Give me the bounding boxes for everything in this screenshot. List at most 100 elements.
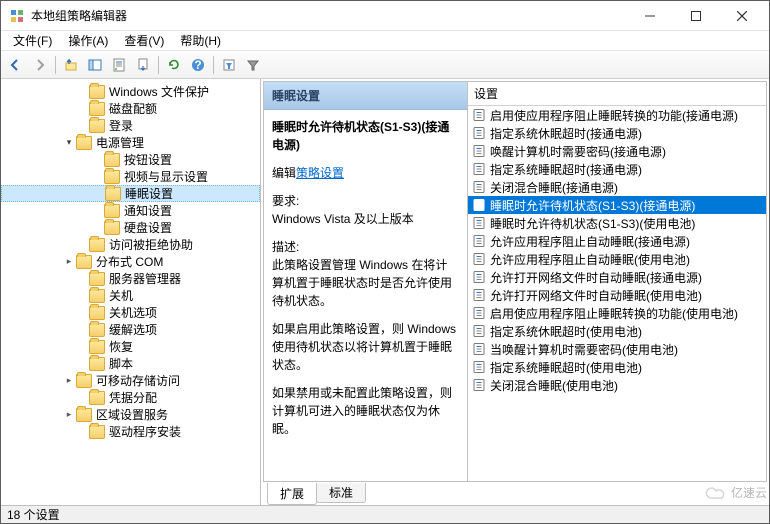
tree-node[interactable]: 驱动程序安装 — [1, 423, 260, 440]
folder-icon — [89, 391, 105, 405]
list-item[interactable]: 允许应用程序阻止自动睡眠(接通电源) — [468, 232, 766, 250]
list-item[interactable]: 指定系统睡眠超时(使用电池) — [468, 358, 766, 376]
list-item-label: 指定系统休眠超时(接通电源) — [490, 125, 642, 142]
list-item[interactable]: 允许打开网络文件时自动睡眠(使用电池) — [468, 286, 766, 304]
description-p3: 如果禁用或未配置此策略设置，则计算机可进入的睡眠状态仅为休眠。 — [272, 386, 452, 436]
tree-node[interactable]: Windows 文件保护 — [1, 83, 260, 100]
list-item[interactable]: 允许打开网络文件时自动睡眠(接通电源) — [468, 268, 766, 286]
tree-node[interactable]: 缓解选项 — [1, 321, 260, 338]
back-button[interactable] — [5, 54, 27, 76]
filter-options-button[interactable] — [218, 54, 240, 76]
policy-icon — [472, 288, 486, 302]
no-toggle — [76, 426, 88, 438]
list-item[interactable]: 睡眠时允许待机状态(S1-S3)(接通电源) — [468, 196, 766, 214]
svg-text:?: ? — [194, 58, 201, 72]
tree-node[interactable]: ▸区域设置服务 — [1, 406, 260, 423]
right-pane: 睡眠设置 睡眠时允许待机状态(S1-S3)(接通电源) 编辑策略设置 要求: W… — [261, 79, 769, 505]
policy-icon — [472, 360, 486, 374]
list-item[interactable]: 关闭混合睡眠(接通电源) — [468, 178, 766, 196]
list-item[interactable]: 关闭混合睡眠(使用电池) — [468, 376, 766, 394]
edit-policy-link[interactable]: 策略设置 — [296, 166, 344, 180]
list-item-label: 睡眠时允许待机状态(S1-S3)(接通电源) — [490, 197, 695, 214]
policy-icon — [472, 378, 486, 392]
tree-node[interactable]: 硬盘设置 — [1, 219, 260, 236]
list-item[interactable]: 启用使应用程序阻止睡眠转换的功能(使用电池) — [468, 304, 766, 322]
app-icon — [9, 8, 25, 24]
list-header[interactable]: 设置 — [468, 82, 766, 106]
folder-icon — [89, 357, 105, 371]
policy-icon — [472, 180, 486, 194]
list-item[interactable]: 启用使应用程序阻止睡眠转换的功能(接通电源) — [468, 106, 766, 124]
tree-node[interactable]: 按钮设置 — [1, 151, 260, 168]
up-button[interactable] — [60, 54, 82, 76]
list-item-label: 允许打开网络文件时自动睡眠(接通电源) — [490, 269, 702, 286]
list-item-label: 唤醒计算机时需要密码(接通电源) — [490, 143, 666, 160]
menu-item[interactable]: 查看(V) — [116, 30, 172, 51]
list-item-label: 指定系统休眠超时(使用电池) — [490, 323, 642, 340]
tab[interactable]: 标准 — [316, 483, 366, 503]
tree-node[interactable]: 通知设置 — [1, 202, 260, 219]
tree-node[interactable]: 磁盘配额 — [1, 100, 260, 117]
description-label: 描述: — [272, 240, 299, 254]
properties-button[interactable] — [108, 54, 130, 76]
menu-item[interactable]: 文件(F) — [5, 30, 60, 51]
status-text: 18 个设置 — [7, 506, 60, 523]
tree-node[interactable]: 睡眠设置 — [1, 185, 260, 202]
no-toggle — [76, 86, 88, 98]
show-hide-tree-button[interactable] — [84, 54, 106, 76]
tree-node[interactable]: 视频与显示设置 — [1, 168, 260, 185]
list-item[interactable]: 唤醒计算机时需要密码(接通电源) — [468, 142, 766, 160]
list-item-label: 当唤醒计算机时需要密码(使用电池) — [490, 341, 678, 358]
tree-label: 脚本 — [109, 355, 133, 372]
policy-icon — [472, 126, 486, 140]
tree-label: 硬盘设置 — [124, 219, 172, 236]
expand-icon[interactable]: ▸ — [63, 256, 75, 268]
tree-label: 视频与显示设置 — [124, 168, 208, 185]
list-item[interactable]: 指定系统休眠超时(接通电源) — [468, 124, 766, 142]
tree-node[interactable]: 关机选项 — [1, 304, 260, 321]
tree-node[interactable]: 服务器管理器 — [1, 270, 260, 287]
expand-icon[interactable]: ▸ — [63, 409, 75, 421]
tree-node[interactable]: ▸分布式 COM — [1, 253, 260, 270]
folder-icon — [105, 187, 121, 201]
list-item[interactable]: 当唤醒计算机时需要密码(使用电池) — [468, 340, 766, 358]
minimize-button[interactable] — [627, 1, 673, 31]
list-item[interactable]: 允许应用程序阻止自动睡眠(使用电池) — [468, 250, 766, 268]
tree-pane[interactable]: Windows 文件保护磁盘配额登录▾电源管理按钮设置视频与显示设置睡眠设置通知… — [1, 79, 261, 505]
list-item-label: 关闭混合睡眠(使用电池) — [490, 377, 618, 394]
tree-node[interactable]: 关机 — [1, 287, 260, 304]
folder-icon — [89, 102, 105, 116]
list-item[interactable]: 指定系统休眠超时(使用电池) — [468, 322, 766, 340]
export-button[interactable] — [132, 54, 154, 76]
tree-node[interactable]: ▾电源管理 — [1, 134, 260, 151]
menu-item[interactable]: 操作(A) — [60, 30, 116, 51]
folder-icon — [76, 136, 92, 150]
tree-node[interactable]: 恢复 — [1, 338, 260, 355]
tree-node[interactable]: 访问被拒绝协助 — [1, 236, 260, 253]
filter-button[interactable] — [242, 54, 264, 76]
tree-node[interactable]: 登录 — [1, 117, 260, 134]
requirements-label: 要求: — [272, 194, 299, 208]
list-item[interactable]: 指定系统睡眠超时(接通电源) — [468, 160, 766, 178]
selected-setting-title: 睡眠时允许待机状态(S1-S3)(接通电源) — [272, 118, 459, 154]
forward-button[interactable] — [29, 54, 51, 76]
list-item-label: 睡眠时允许待机状态(S1-S3)(使用电池) — [490, 215, 695, 232]
policy-icon — [472, 144, 486, 158]
help-button[interactable]: ? — [187, 54, 209, 76]
tab[interactable]: 扩展 — [267, 483, 317, 505]
maximize-button[interactable] — [673, 1, 719, 31]
expand-icon[interactable]: ▸ — [63, 375, 75, 387]
folder-icon — [76, 255, 92, 269]
refresh-button[interactable] — [163, 54, 185, 76]
tree-node[interactable]: ▸可移动存储访问 — [1, 372, 260, 389]
policy-icon — [472, 270, 486, 284]
close-button[interactable] — [719, 1, 765, 31]
list-item[interactable]: 睡眠时允许待机状态(S1-S3)(使用电池) — [468, 214, 766, 232]
tree-node[interactable]: 凭据分配 — [1, 389, 260, 406]
no-toggle — [76, 273, 88, 285]
folder-icon — [89, 272, 105, 286]
collapse-icon[interactable]: ▾ — [63, 137, 75, 149]
settings-list[interactable]: 启用使应用程序阻止睡眠转换的功能(接通电源)指定系统休眠超时(接通电源)唤醒计算… — [468, 106, 766, 481]
tree-node[interactable]: 脚本 — [1, 355, 260, 372]
menu-item[interactable]: 帮助(H) — [172, 30, 229, 51]
